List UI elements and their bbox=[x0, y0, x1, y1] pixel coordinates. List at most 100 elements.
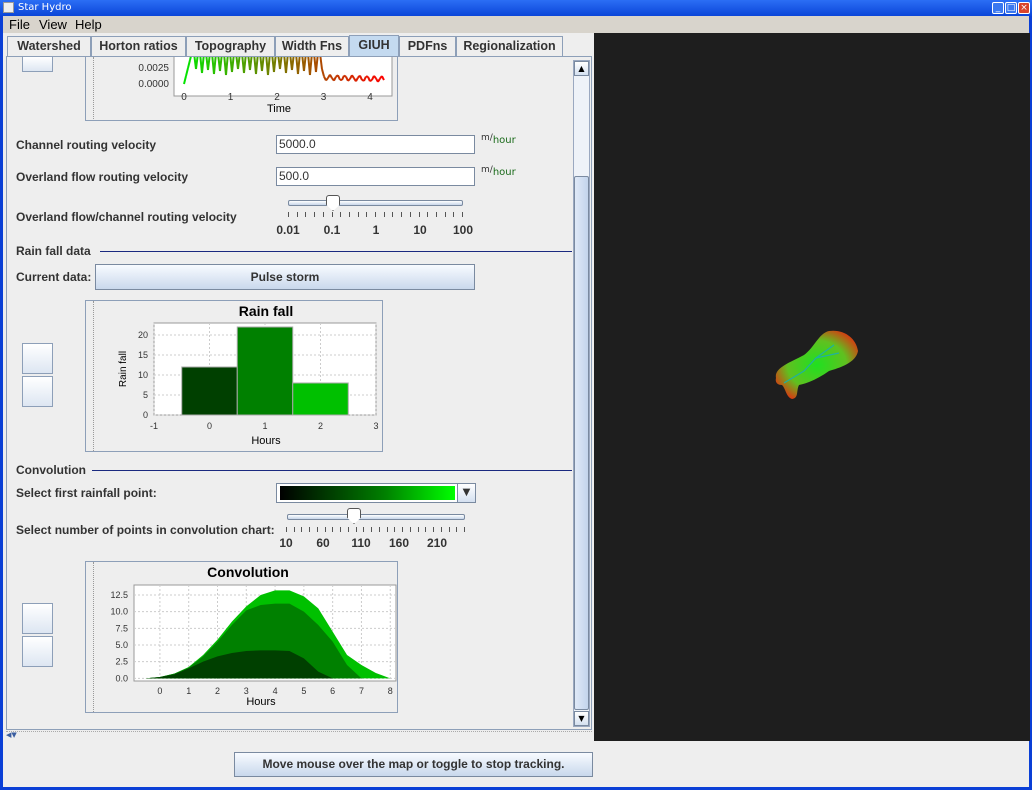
y-tick-label: 5.0 bbox=[115, 640, 128, 650]
slider-tick bbox=[316, 527, 318, 532]
close-button[interactable]: × bbox=[1018, 2, 1030, 14]
slider-tick bbox=[462, 212, 463, 217]
y-tick-label: 10 bbox=[138, 370, 148, 380]
x-tick-label: 8 bbox=[388, 686, 393, 696]
panel-grip[interactable] bbox=[86, 301, 94, 451]
tab-regionalization[interactable]: Regionalization bbox=[456, 36, 563, 56]
panel-grip[interactable] bbox=[86, 57, 94, 119]
slider-tick bbox=[425, 527, 427, 532]
slider-tick bbox=[392, 212, 394, 217]
y-tick-label: 2.5 bbox=[115, 657, 128, 667]
rainfall-bar bbox=[236, 326, 294, 416]
slider-tick-label: 60 bbox=[316, 536, 330, 550]
slider-tick bbox=[305, 212, 307, 217]
tab-topography[interactable]: Topography bbox=[186, 36, 275, 56]
points-slider[interactable] bbox=[287, 514, 465, 520]
slider-tick bbox=[293, 527, 295, 532]
x-tick-label: 0 bbox=[181, 92, 187, 103]
slider-tick-label: 100 bbox=[452, 223, 474, 237]
app-icon bbox=[3, 2, 14, 13]
slider-tick-label: 1 bbox=[372, 223, 380, 237]
x-tick-label: 2 bbox=[274, 92, 280, 103]
x-axis-label: Hours bbox=[251, 435, 281, 447]
first-rainfall-point-select[interactable]: ▼ bbox=[276, 483, 476, 503]
slider-tick bbox=[383, 212, 385, 217]
slider-tick bbox=[448, 527, 450, 532]
rainfall-bar bbox=[292, 382, 349, 416]
x-tick-label: 6 bbox=[330, 686, 335, 696]
overland-velocity-unit: m/hour bbox=[481, 165, 516, 178]
menu-file[interactable]: File bbox=[9, 17, 30, 32]
y-tick-label: 0.0025 bbox=[138, 63, 169, 74]
slider-tick bbox=[357, 212, 359, 217]
maximize-button[interactable]: □ bbox=[1005, 2, 1017, 14]
chart-title: Rain fall bbox=[239, 303, 293, 319]
slider-tick bbox=[340, 212, 342, 217]
velocity-ratio-slider[interactable] bbox=[288, 200, 463, 206]
x-tick-label: 2 bbox=[215, 686, 220, 696]
slider-tick bbox=[324, 527, 326, 532]
velocity-ratio-label: Overland flow/channel routing velocity bbox=[16, 210, 237, 224]
rainfall-chart: Rain fall-1 0 1 2 305101520HoursRain fall bbox=[118, 303, 379, 447]
channel-velocity-unit: m/hour bbox=[481, 133, 516, 146]
watershed-map-canvas bbox=[775, 330, 858, 399]
watershed-shape bbox=[775, 330, 858, 399]
menu-help[interactable]: Help bbox=[75, 17, 102, 32]
tab-width-fns[interactable]: Width Fns bbox=[275, 36, 349, 56]
slider-tick-label: 160 bbox=[388, 536, 410, 550]
x-tick-label: 4 bbox=[273, 686, 278, 696]
scroll-up-button[interactable]: ▲ bbox=[574, 61, 589, 76]
slider-tick bbox=[409, 527, 411, 532]
slider-tick bbox=[444, 212, 446, 217]
slider-tick bbox=[309, 527, 311, 532]
pulse-storm-button[interactable]: Pulse storm bbox=[95, 264, 475, 290]
chart-view-icon[interactable] bbox=[22, 343, 53, 374]
tracking-toggle-button[interactable]: Move mouse over the map or toggle to sto… bbox=[234, 752, 593, 777]
slider-tick-label: 10 bbox=[413, 223, 427, 237]
split-divider[interactable]: ◀▼ bbox=[6, 731, 592, 739]
slider-tick bbox=[417, 527, 419, 532]
x-axis-label: Hours bbox=[246, 696, 276, 708]
title-bar: Star Hydro bbox=[0, 0, 1032, 16]
convolution-chart: Convolution 0 1 2 3 4 5 6 7 8 0.0 2.5 5.0 7.5 10.0 12.5… bbox=[110, 564, 397, 708]
slider-tick bbox=[347, 527, 349, 532]
slider-tick bbox=[435, 212, 437, 217]
x-tick-label: 1 bbox=[262, 421, 267, 431]
slider-tick bbox=[378, 527, 380, 532]
overland-velocity-label: Overland flow routing velocity bbox=[16, 170, 189, 184]
table-view-icon[interactable] bbox=[22, 376, 53, 407]
series-segment bbox=[347, 78, 351, 82]
slider-tick bbox=[301, 527, 303, 532]
table-view-icon[interactable] bbox=[22, 57, 53, 72]
current-data-label: Current data: bbox=[16, 270, 92, 284]
chevron-down-icon[interactable]: ▼ bbox=[457, 484, 475, 502]
points-slider-label: Select number of points in convolution c… bbox=[16, 523, 275, 537]
slider-tick bbox=[402, 527, 404, 532]
panel-grip[interactable] bbox=[86, 562, 94, 712]
watershed-map[interactable] bbox=[594, 33, 1030, 741]
tab-watershed[interactable]: Watershed bbox=[7, 36, 91, 56]
slider-tick bbox=[355, 527, 357, 532]
slider-tick bbox=[401, 212, 403, 217]
scrollbar-thumb[interactable] bbox=[574, 176, 589, 710]
tab-giuh[interactable]: GIUH bbox=[349, 35, 399, 56]
convolution-section-title: Convolution bbox=[16, 463, 86, 477]
channel-velocity-input[interactable]: 5000.0 bbox=[276, 135, 475, 154]
chart-title: Convolution bbox=[207, 564, 289, 580]
color-ramp-swatch bbox=[280, 486, 455, 500]
tab-pdfns[interactable]: PDFns bbox=[399, 36, 456, 56]
x-tick-label: 2 bbox=[318, 421, 323, 431]
section-divider bbox=[92, 470, 572, 471]
chart-view-icon[interactable] bbox=[22, 603, 53, 634]
tab-horton-ratios[interactable]: Horton ratios bbox=[91, 36, 186, 56]
slider-tick-label: 210 bbox=[426, 536, 448, 550]
rainfall-section-title: Rain fall data bbox=[16, 244, 91, 258]
menu-view[interactable]: View bbox=[39, 17, 67, 32]
minimize-button[interactable]: _ bbox=[992, 2, 1004, 14]
table-view-icon[interactable] bbox=[22, 636, 53, 667]
menu-bar: File View Help bbox=[3, 16, 1029, 33]
overland-velocity-input[interactable]: 500.0 bbox=[276, 167, 475, 186]
y-tick-label: 7.5 bbox=[115, 623, 128, 633]
y-tick-label: 12.5 bbox=[110, 590, 128, 600]
scroll-down-button[interactable]: ▼ bbox=[574, 711, 589, 726]
